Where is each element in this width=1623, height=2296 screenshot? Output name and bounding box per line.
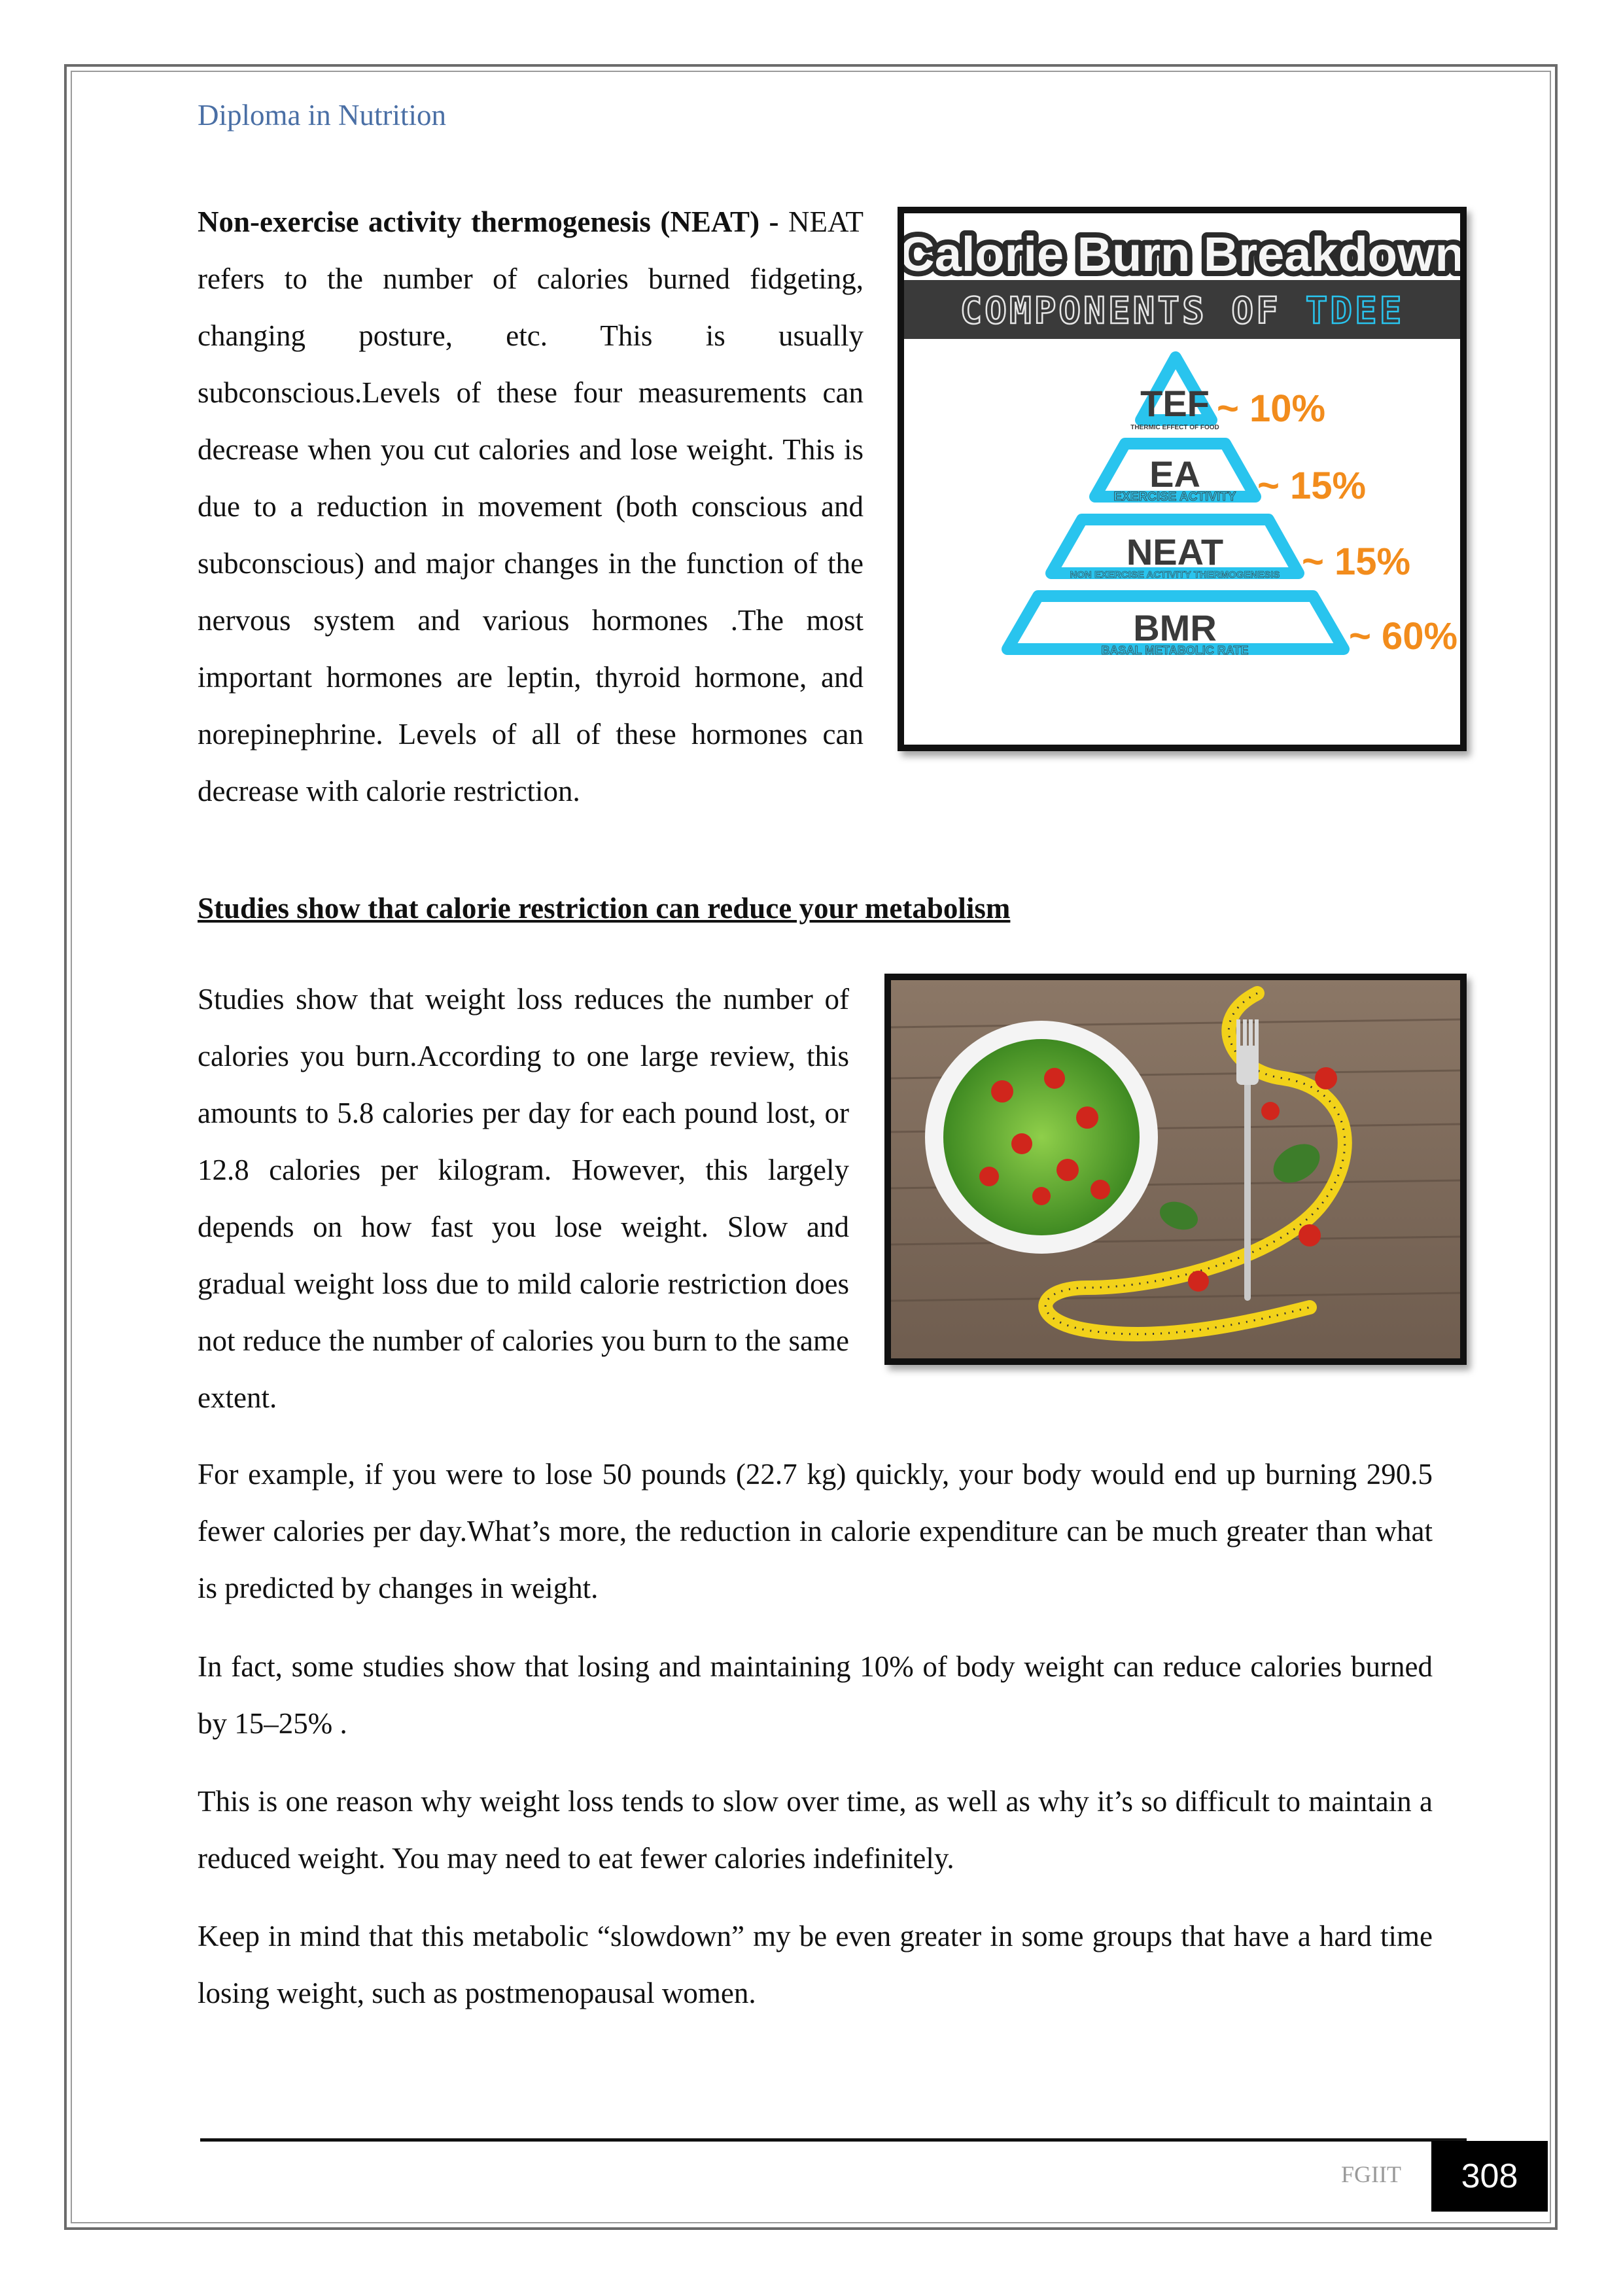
figure-title: Calorie Burn Breakdown <box>904 227 1460 281</box>
tier-full-ea: EXERCISE ACTIVITY <box>1113 490 1236 504</box>
tier-abbr-bmr: BMR <box>1133 607 1217 648</box>
figure-subtitle-prefix: COMPONENTS OF <box>960 290 1306 332</box>
salad-photo <box>884 974 1467 1365</box>
footer-rule <box>200 2138 1467 2142</box>
tier-pct-bmr: ~ 60% <box>1349 615 1457 658</box>
tier-full-neat: NON EXERCISE ACTIVITY THERMOGENESIS <box>1070 569 1280 580</box>
paragraph-keep-in-mind: Keep in mind that this metabolic “slowdo… <box>198 1920 1433 2009</box>
tier-pct-ea: ~ 15% <box>1257 465 1366 507</box>
neat-term: Non-exercise activity thermogenesis (NEA… <box>198 205 779 238</box>
neat-body: NEAT refers to the number of calories bu… <box>198 205 864 807</box>
neat-paragraph: Non-exercise activity thermogenesis (NEA… <box>198 194 864 820</box>
page-number: 308 <box>1461 2157 1518 2195</box>
tdee-pyramid-figure: Calorie Burn Breakdown Calorie Burn Brea… <box>898 207 1467 751</box>
figure-subtitle: COMPONENTS OF TDEE <box>960 290 1405 332</box>
paragraph-example: For example, if you were to lose 50 poun… <box>198 1458 1433 1604</box>
figure-subtitle-accent: TDEE <box>1306 290 1405 332</box>
footer-label: FGIIT <box>1341 2161 1401 2187</box>
page-number-box: 308 <box>1431 2141 1548 2212</box>
tier-abbr-tef: TEF <box>1140 383 1210 424</box>
running-header: Diploma in Nutrition <box>198 99 446 132</box>
lettuce <box>943 1039 1140 1235</box>
paragraph-studies: In fact, some studies show that losing a… <box>198 1650 1433 1740</box>
tier-abbr-ea: EA <box>1149 453 1200 495</box>
salad-photo-illustration <box>891 980 1460 1358</box>
section-heading: Studies show that calorie restriction ca… <box>198 892 1011 925</box>
tier-abbr-neat: NEAT <box>1126 531 1223 573</box>
tier-full-bmr: BASAL METABOLIC RATE <box>1102 644 1249 657</box>
tier-full-tef: THERMIC EFFECT OF FOOD <box>1130 424 1219 431</box>
tier-pct-neat: ~ 15% <box>1302 540 1410 583</box>
tier-pct-tef: ~ 10% <box>1217 387 1325 430</box>
paragraph-slowdown-reason: This is one reason why weight loss tends… <box>198 1785 1433 1875</box>
paragraph-weight-loss-calories: Studies show that weight loss reduces th… <box>198 983 849 1414</box>
tdee-pyramid-graphic: Calorie Burn Breakdown Calorie Burn Brea… <box>904 222 1460 658</box>
